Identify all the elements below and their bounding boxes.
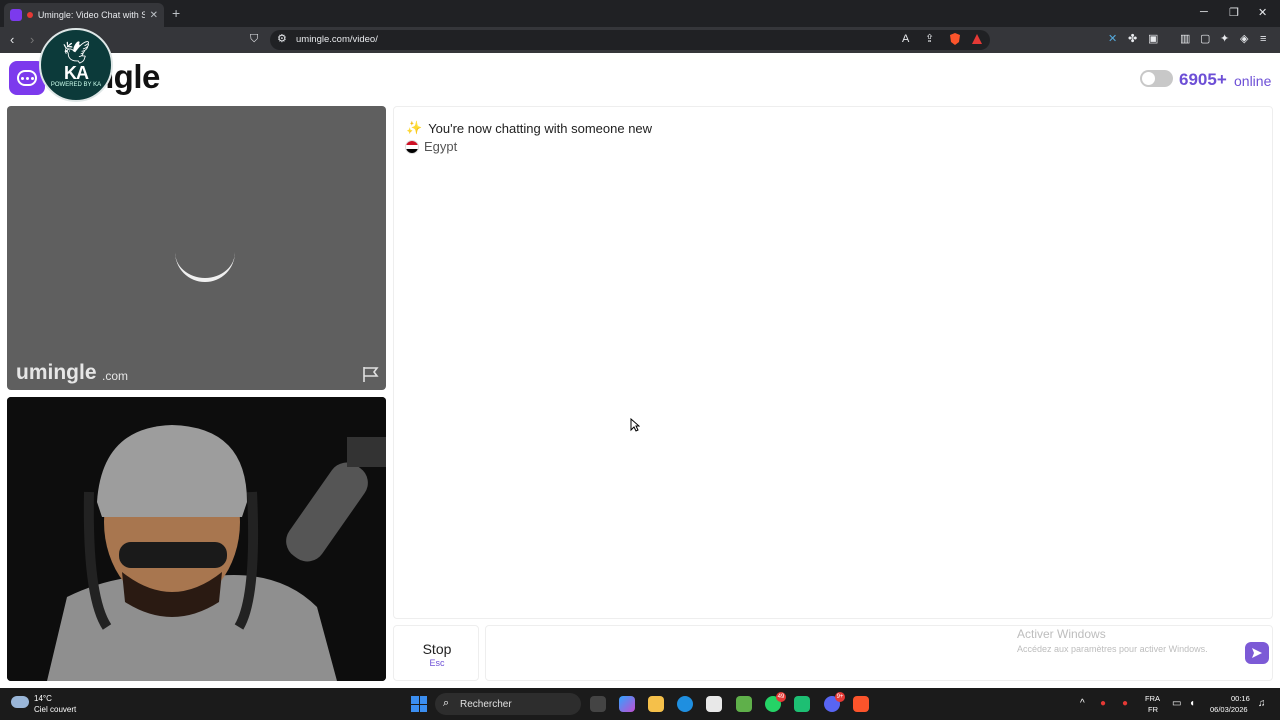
app-icon[interactable]: [736, 696, 752, 712]
volume-icon[interactable]: ◖: [1189, 698, 1195, 709]
weather-cloud-icon[interactable]: [11, 696, 29, 708]
windows-taskbar: [0, 688, 1280, 720]
discord-badge: 9+: [835, 692, 845, 702]
stop-button[interactable]: Stop Esc: [393, 625, 479, 681]
file-explorer-icon[interactable]: [648, 696, 664, 712]
vpn-icon[interactable]: ◈: [1240, 33, 1248, 45]
minimize-window-icon[interactable]: ─: [1200, 6, 1208, 18]
windows-activation-subtitle: Accédez aux paramètres pour activer Wind…: [1017, 644, 1208, 654]
country-name: Egypt: [424, 139, 458, 154]
forward-icon[interactable]: ›: [30, 33, 34, 46]
egypt-flag-icon: [405, 139, 419, 154]
notifications-icon[interactable]: ♫: [1258, 698, 1266, 709]
stranger-country: Egypt: [405, 139, 457, 154]
overlay-initials: KA: [64, 63, 89, 83]
online-label: online: [1234, 73, 1272, 89]
self-video: [7, 397, 386, 681]
brave-shields-icon[interactable]: [949, 33, 961, 45]
sparkle-icon: ✨: [406, 120, 423, 135]
input-language-top[interactable]: FRA: [1145, 694, 1160, 703]
system-message-text: You're now chatting with someone new: [428, 120, 653, 136]
task-view-icon[interactable]: [590, 696, 606, 712]
tray-app-icon[interactable]: ●: [1100, 698, 1106, 709]
stranger-video: [7, 106, 386, 390]
menu-icon[interactable]: ≡: [1260, 33, 1266, 45]
streamer-overlay-logo: 🕊 KA POWERED BY KA: [39, 28, 113, 102]
extensions-puzzle-icon[interactable]: ✤: [1128, 33, 1137, 45]
windows-activation-title: Activer Windows: [1017, 627, 1106, 641]
send-icon: [1252, 648, 1262, 658]
address-field[interactable]: [270, 30, 990, 50]
brave-rewards-icon[interactable]: [971, 33, 983, 45]
extension-icon[interactable]: ✕: [1108, 33, 1117, 45]
back-icon[interactable]: ‹: [10, 33, 14, 46]
video-watermark-suffix: .com: [102, 369, 129, 383]
restore-window-icon[interactable]: ❐: [1229, 6, 1239, 19]
whatsapp-badge: 49: [776, 692, 786, 702]
sidebar-icon[interactable]: ▥: [1180, 33, 1190, 45]
url-text[interactable]: umingle.com/video/: [296, 34, 378, 45]
brave-browser-icon[interactable]: [853, 696, 869, 712]
network-icon[interactable]: ▭: [1172, 698, 1181, 709]
leo-ai-icon[interactable]: ✦: [1220, 33, 1229, 45]
new-tab-button[interactable]: +: [172, 6, 180, 20]
phoenix-icon: 🕊: [62, 40, 90, 65]
tab-close-icon[interactable]: ✕: [150, 10, 158, 21]
recording-indicator-icon: [26, 12, 33, 18]
windows-start-icon[interactable]: [411, 696, 427, 712]
stop-shortcut-hint: Esc: [429, 658, 445, 668]
report-flag-icon[interactable]: [361, 365, 381, 383]
browser-tab-active[interactable]: Umingle: Video Chat with Stra ✕: [4, 3, 164, 27]
copilot-icon[interactable]: [619, 696, 635, 712]
microphone-icon[interactable]: ●: [1122, 698, 1128, 709]
chat-log: [393, 106, 1273, 619]
weather-temperature[interactable]: 14°C: [34, 694, 52, 703]
overlay-subtext: POWERED BY KA: [50, 82, 102, 88]
umingle-favicon-icon: [10, 9, 22, 21]
theme-toggle[interactable]: [1140, 70, 1173, 87]
site-info-icon[interactable]: ⚙: [277, 33, 287, 45]
search-icon: ⌕: [443, 697, 450, 709]
loading-spinner-icon: [175, 244, 235, 282]
system-message: ✨ You're now chatting with someone new: [406, 120, 652, 136]
mouse-cursor-icon: [630, 418, 640, 432]
online-count: 6905+: [1179, 70, 1227, 89]
wallet-icon[interactable]: ▣: [1148, 33, 1158, 45]
stop-button-label: Stop: [422, 641, 452, 657]
close-window-icon[interactable]: ✕: [1258, 6, 1267, 19]
taskbar-search-label: Rechercher: [460, 699, 512, 710]
bookmark-icon[interactable]: ⛉: [250, 33, 258, 46]
share-icon[interactable]: ⇪: [925, 33, 934, 45]
input-language-bottom[interactable]: FR: [1148, 705, 1158, 714]
clock-date[interactable]: 06/03/2026: [1210, 705, 1248, 714]
weather-description[interactable]: Ciel couvert: [34, 705, 76, 714]
screenshot-icon[interactable]: ▢: [1200, 33, 1210, 45]
video-watermark: umingle: [16, 361, 97, 384]
microsoft-store-icon[interactable]: [706, 696, 722, 712]
browser-toolbar: ‹ › ⛉: [0, 27, 1280, 53]
tray-overflow-icon[interactable]: ^: [1080, 698, 1085, 709]
clock-time[interactable]: 00:16: [1231, 694, 1250, 703]
app-icon[interactable]: [794, 696, 810, 712]
webcam-feed-image: [7, 397, 386, 681]
edge-icon[interactable]: [677, 696, 693, 712]
translate-icon[interactable]: A: [902, 33, 909, 45]
tab-title: Umingle: Video Chat with Stra: [37, 10, 145, 20]
send-button[interactable]: [1245, 642, 1269, 664]
browser-tab-bar: Umingle: Video Chat with Stra ✕ + ─ ❐ ✕: [0, 0, 1280, 27]
